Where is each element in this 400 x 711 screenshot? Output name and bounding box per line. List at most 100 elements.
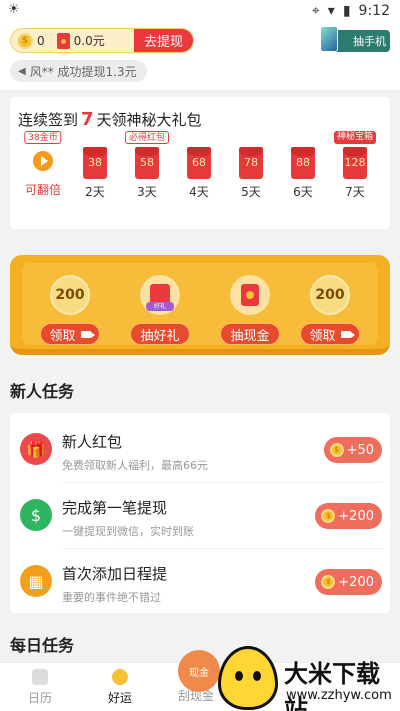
newbie-task-list: 🎁 新人红包 免费领取新人福利，最高66元 $ +50 $ 完成第一笔提现 一键提… [10,413,390,613]
red-envelope-icon: 58 [135,147,159,179]
calendar-icon: ▦ [20,565,52,597]
reward-value: 200 [55,287,85,303]
red-envelope-icon [56,32,70,49]
daily-tasks-heading: 每日任务 [10,636,75,655]
task-title: 新人红包 [62,433,123,451]
day-label: 7天 [345,185,365,199]
red-envelope-icon: 128 [343,147,367,179]
checkin-day-7[interactable]: 神秘宝箱 128 7天 [332,131,378,200]
notice-text: 风** 成功提现1.3元 [29,64,137,79]
day-amount: 68 [192,156,206,169]
day-label: 6天 [293,185,313,199]
checkin-day-2[interactable]: 38 2天 [72,147,118,200]
wallet-bar[interactable]: $ 0 0.0元 去提现 [10,28,194,53]
task-title: 完成第一笔提现 [62,499,168,517]
red-envelope-icon: 68 [187,147,211,179]
reward-item-coins-2[interactable]: 200 领取 [294,275,366,345]
checkin-title-suffix: 天领神秘大礼包 [96,111,202,129]
float-ad-label: 现金 [189,667,209,679]
coin-medal-icon: 200 [310,275,350,315]
task-reward: +200 [338,574,374,590]
day-amount: 128 [344,156,366,169]
checkin-day-1[interactable]: 38金币 可翻倍 [20,131,66,198]
task-add-schedule[interactable]: ▦ 首次添加日程提 重要的事件绝不错过 $ +200 [10,549,390,613]
status-bar: ☀ ⌖ ▾ ▮ 9:12 [0,0,400,24]
day-label: 3天 [137,185,157,199]
claim-label: 领取 [49,328,76,344]
claim-label: 领取 [309,328,336,344]
red-envelope-icon [230,275,270,315]
lottery-label: 抽手机 [353,35,386,48]
watermark-url: www.zzhyw.com [286,688,392,703]
day-label: 可翻倍 [24,183,61,197]
task-title: 首次添加日程提 [62,565,168,583]
task-subtitle: 免费领取新人福利，最高66元 [62,459,208,472]
reward-item-cash[interactable]: 抽现金 [214,275,286,345]
checkin-day-5[interactable]: 78 5天 [228,147,274,200]
lottery-phone-button[interactable]: 抽手机 [320,26,390,52]
nav-calendar[interactable]: 日历 [10,669,70,706]
day-amount: 38 [88,156,102,169]
status-icons: ⌖ ▾ ▮ 9:12 [312,3,390,19]
red-envelope-icon: 88 [291,147,315,179]
gift-box-icon [140,275,180,315]
checkin-day-3[interactable]: 必得红包 58 3天 [124,131,170,200]
speaker-icon: ◀ [18,65,26,77]
day-label: 4天 [189,185,209,199]
draw-gift-button[interactable]: 抽好礼 [130,323,190,345]
claim-button[interactable]: 领取 [300,323,360,345]
task-subtitle: 重要的事件绝不错过 [62,591,161,604]
day-tag: 神秘宝箱 [333,131,377,144]
location-icon: ⌖ [311,3,320,19]
coin-medal-icon: 200 [50,275,90,315]
day-amount: 58 [140,156,154,169]
checkin-title-prefix: 连续签到 [18,111,79,129]
watermark-logo-icon [218,646,278,710]
checkin-title: 连续签到 7 天领神秘大礼包 [18,109,202,130]
play-video-icon [33,151,53,171]
wifi-icon: ▾ [327,3,335,19]
coin-icon: $ [17,32,33,49]
video-icon [340,330,355,338]
claim-button[interactable]: 领取 [40,323,100,345]
checkin-title-days: 7 [81,109,94,130]
task-reward-button[interactable]: $ +200 [315,569,382,595]
reward-item-coins-1[interactable]: 200 领取 [34,275,106,345]
reward-item-gift[interactable]: 抽好礼 [124,275,196,345]
coin-icon: $ [321,575,336,589]
status-time: 9:12 [358,3,390,19]
withdraw-button[interactable]: 去提现 [133,29,193,52]
coin-icon: $ [321,509,336,523]
reward-shelf-inner: 200 领取 抽好礼 抽现金 200 领取 [22,263,378,345]
battery-icon: ▮ [342,3,351,19]
checkin-day-4[interactable]: 68 4天 [176,147,222,200]
task-newbie-redpack[interactable]: 🎁 新人红包 免费领取新人福利，最高66元 $ +50 [10,417,390,481]
reward-shelf: 200 领取 抽好礼 抽现金 200 领取 [10,255,390,355]
phone-icon [320,26,338,52]
site-watermark: 大米下载站 www.zzhyw.com [218,644,400,711]
task-first-withdraw[interactable]: $ 完成第一笔提现 一键提现到微信，实时到账 $ +200 [10,483,390,547]
task-subtitle: 一键提现到微信，实时到账 [62,525,194,538]
task-reward-button[interactable]: $ +200 [315,503,382,529]
day-tag: 38金币 [24,131,62,144]
draw-cash-button[interactable]: 抽现金 [220,323,280,345]
day-label: 5天 [241,185,261,199]
gift-icon: 🎁 [20,433,52,465]
calendar-icon [32,669,48,685]
task-reward-button[interactable]: $ +50 [323,437,382,463]
nav-luck[interactable]: 好运 [90,669,150,706]
reward-value: 200 [315,287,345,303]
cash-balance: 0.0元 [73,34,105,48]
luck-icon [112,669,128,685]
day-amount: 78 [244,156,258,169]
nav-label: 好运 [107,691,132,705]
red-envelope-icon: 78 [239,147,263,179]
withdraw-notice: ◀ 风** 成功提现1.3元 [10,60,147,82]
task-reward: +50 [346,442,374,458]
newbie-tasks-heading: 新人任务 [10,382,75,401]
checkin-day-6[interactable]: 88 6天 [280,147,326,200]
money-bag-icon: $ [20,499,52,531]
nav-label: 日历 [27,691,52,705]
floating-cash-ad[interactable]: 现金 [178,650,220,692]
brightness-icon: ☀ [8,2,20,17]
